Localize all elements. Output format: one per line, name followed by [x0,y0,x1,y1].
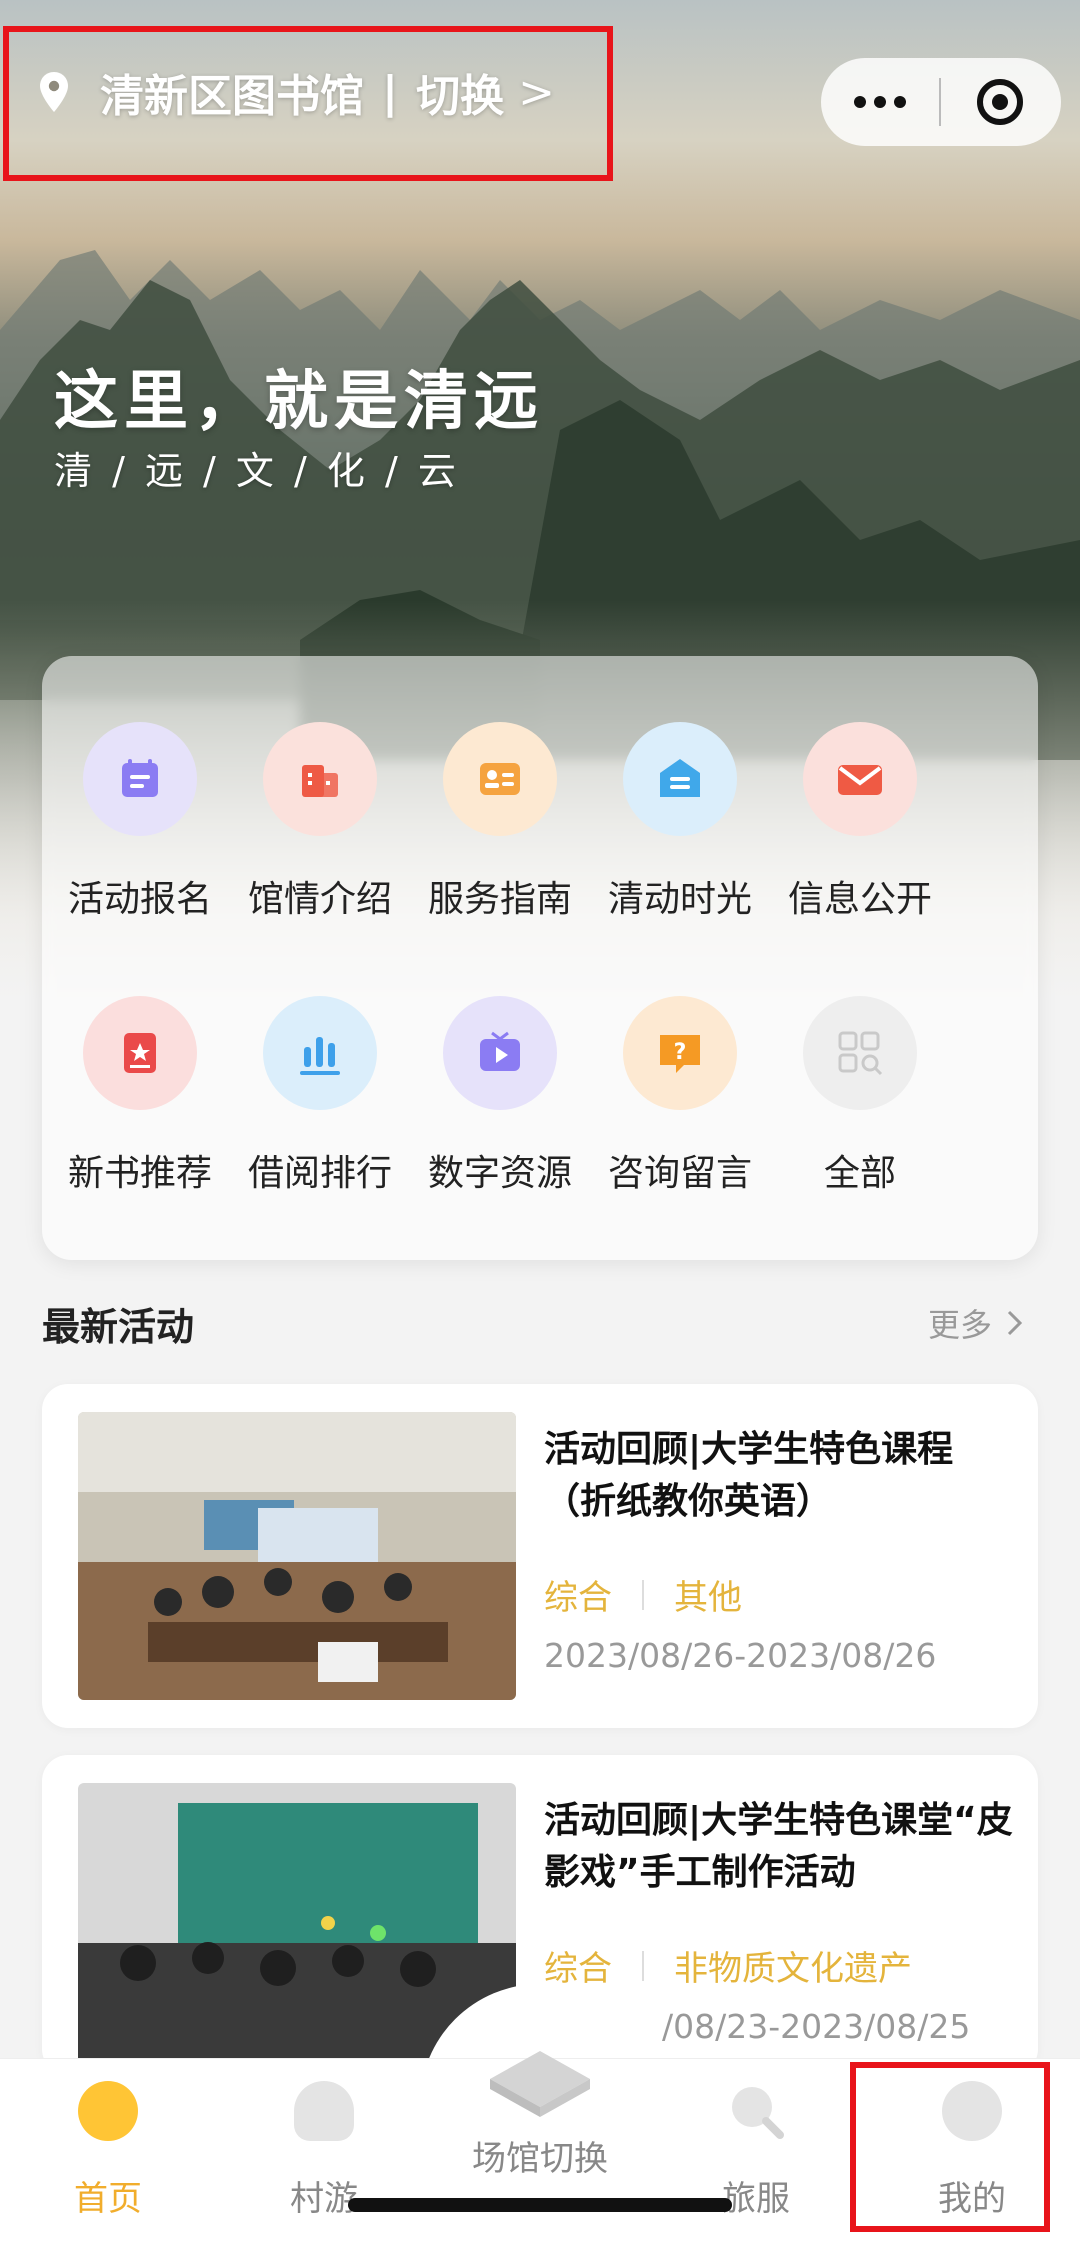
activity-card[interactable]: 活动回顾|大学生特色课程（折纸教你英语） 综合 其他 2023/08/26-20… [42,1384,1038,1728]
cloud-icon [294,2081,354,2141]
more-dot-icon [874,96,886,108]
mail-icon [803,722,917,836]
home-indicator [348,2198,732,2212]
menu-item-label: 馆情介绍 [247,879,392,920]
more-link[interactable]: 更多 [928,1300,1026,1346]
more-label: 更多 [927,1306,992,1344]
activity-tags: 综合 其他 [544,1570,742,1619]
tab-venue-switch[interactable]: 场馆切换 [432,2039,648,2180]
activity-title: 活动回顾|大学生特色课堂“皮影戏”手工制作活动 [544,1800,1013,1893]
close-miniprogram-button[interactable] [941,76,1059,128]
question-bubble-icon: ? [623,996,737,1110]
section-title: 最新活动 [42,1305,195,1349]
classroom-image [78,1412,516,1700]
function-menu-card: 活动报名 馆情介绍 服务指南 清动时光 信息公开 新书推荐 借阅排行 数字资源? 咨询留言 全部 [42,656,1038,1260]
activity-date: /08/23-2023/08/25 [662,2007,971,2046]
tab-home[interactable]: 首页 [0,2081,216,2220]
activity-photo-classroom [78,1412,516,1700]
activity-date: 2023/08/26-2023/08/26 [544,1636,937,1675]
book-star-icon [83,996,197,1110]
activity-tag: 综合 [544,1578,612,1618]
miniprogram-capsule [821,58,1061,146]
tag-divider [642,1579,644,1610]
more-options-button[interactable] [821,96,939,108]
menu-item[interactable]: 数字资源 [410,996,590,1196]
more-dot-icon [854,96,866,108]
search-icon [732,2087,784,2139]
activity-tag: 非物质文化遗产 [674,1949,912,1989]
grid-search-icon [803,996,917,1110]
tag-divider [642,1950,644,1981]
svg-text:?: ? [674,1040,687,1065]
building-switch-icon [490,2051,590,2117]
menu-item[interactable]: ? 咨询留言 [590,996,770,1196]
tab-label: 首页 [74,2179,142,2219]
menu-item-label: 数字资源 [427,1153,572,1194]
more-dot-icon [894,96,906,108]
menu-item[interactable]: 活动报名 [50,722,230,922]
menu-item-label: 咨询留言 [607,1153,752,1194]
menu-item[interactable]: 借阅排行 [230,996,410,1196]
tv-play-icon [443,996,557,1110]
menu-item[interactable]: 信息公开 [770,722,950,922]
bar-chart-icon [263,996,377,1110]
menu-item[interactable]: 清动时光 [590,722,770,922]
menu-item-label: 新书推荐 [67,1153,212,1194]
envelope-doc-icon [623,722,737,836]
menu-item[interactable]: 馆情介绍 [230,722,410,922]
tab-label: 村游 [290,2179,358,2219]
menu-item[interactable]: 服务指南 [410,722,590,922]
highlight-box-location [3,26,613,181]
hero-subtitle: 清 / 远 / 文 / 化 / 云 [54,449,460,493]
tab-label: 场馆切换 [472,2139,608,2179]
activity-tag: 综合 [544,1949,612,1989]
menu-item-label: 清动时光 [607,879,752,920]
menu-item-label: 服务指南 [427,879,572,920]
chevron-right-icon [1007,1310,1023,1336]
menu-item-label: 借阅排行 [247,1153,392,1194]
menu-item-label: 活动报名 [67,879,212,920]
hero-title: 这里，就是清远 [54,364,544,439]
menu-item-label: 信息公开 [787,879,932,920]
target-icon [977,79,1023,125]
menu-item[interactable]: 全部 [770,996,950,1196]
highlight-box-mine [850,2062,1050,2232]
activity-tag: 其他 [674,1578,742,1618]
calendar-icon [83,722,197,836]
activity-title: 活动回顾|大学生特色课程（折纸教你英语） [544,1429,954,1522]
building-icon [263,722,377,836]
id-card-icon [443,722,557,836]
menu-item-label: 全部 [823,1153,896,1194]
menu-item[interactable]: 新书推荐 [50,996,230,1196]
activity-tags: 综合 非物质文化遗产 [544,1941,912,1990]
tab-label: 旅服 [722,2179,790,2219]
home-face-icon [78,2081,138,2141]
